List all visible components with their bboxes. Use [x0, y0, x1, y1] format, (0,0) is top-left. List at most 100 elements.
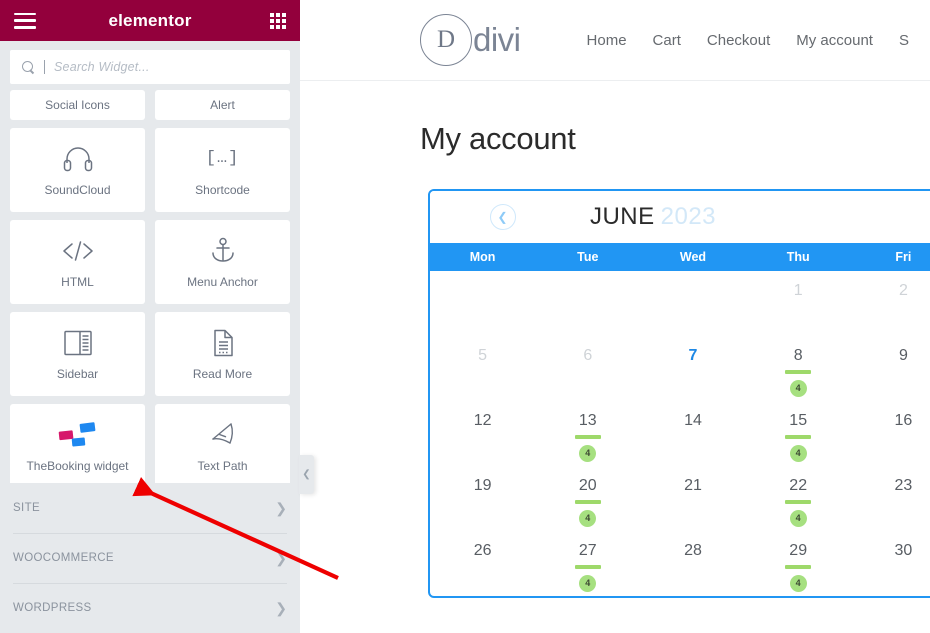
calendar-day-number: 2	[898, 282, 908, 299]
widget-card-text-path[interactable]: Text Path	[155, 404, 290, 483]
widget-label: Menu Anchor	[187, 274, 258, 289]
calendar-header: ❮ JUNE 2023	[430, 191, 930, 243]
nav-link-cart[interactable]: Cart	[653, 32, 681, 49]
calendar-day-cell[interactable]: 14	[640, 401, 745, 466]
weekday-tue: Tue	[577, 250, 599, 264]
grid-apps-icon[interactable]	[270, 12, 286, 29]
calendar-day-number: 6	[583, 347, 593, 364]
weekday-thu: Thu	[786, 250, 810, 264]
calendar-day-cell: 2	[851, 271, 930, 336]
calendar-day-number: 12	[473, 412, 492, 429]
nav-link-checkout[interactable]: Checkout	[707, 32, 770, 49]
panel-header: elementor	[0, 0, 300, 41]
search-placeholder: Search Widget...	[54, 60, 150, 74]
calendar-day-cell[interactable]: 15 4	[746, 401, 851, 466]
availability-bar	[785, 500, 812, 504]
calendar-day-number: 8	[793, 347, 803, 364]
panel-section-wordpress[interactable]: WORDPRESS ❯	[0, 583, 300, 633]
widget-card-soundcloud[interactable]: SoundCloud	[10, 128, 145, 212]
calendar-day-cell[interactable]: 19	[430, 466, 535, 531]
calendar-day-cell[interactable]: 29 4	[746, 531, 851, 596]
panel-section-site[interactable]: SITE ❯	[0, 483, 300, 533]
calendar-day-number: 26	[473, 542, 492, 559]
slot-count-badge: 4	[579, 574, 597, 592]
calendar-day-cell[interactable]: 13 4	[535, 401, 640, 466]
calendar-day-cell[interactable]: 23	[851, 466, 930, 531]
widget-card-alert[interactable]: Alert	[155, 90, 290, 120]
widget-card-sidebar[interactable]: Sidebar	[10, 312, 145, 396]
calendar-day-cell[interactable]: 12	[430, 401, 535, 466]
weekday-fri: Fri	[895, 250, 912, 264]
availability-bar	[574, 500, 601, 504]
widget-card-thebooking-widget[interactable]: TheBooking widget	[10, 404, 145, 483]
calendar-day-number: 16	[894, 412, 913, 429]
weekday-wed: Wed	[679, 250, 707, 264]
widget-list-scroll[interactable]: Social Icons Alert SoundCloud […] Shortc…	[0, 90, 300, 483]
anchor-icon	[210, 235, 236, 267]
slot-count-badge: 4	[579, 509, 597, 527]
nav-link-my-account[interactable]: My account	[796, 32, 873, 49]
calendar-day-number: 19	[473, 477, 492, 494]
chevron-right-icon: ❯	[275, 500, 287, 516]
panel-section-woocommerce[interactable]: WOOCOMMERCE ❯	[0, 533, 300, 583]
calendar-day-cell[interactable]: 20 4	[535, 466, 640, 531]
availability-bar	[785, 435, 812, 439]
nav-link-truncated[interactable]: S	[899, 32, 909, 49]
search-icon	[22, 60, 35, 74]
thebooking-flags-icon	[55, 419, 101, 451]
calendar-day-number: 20	[578, 477, 597, 494]
calendar-day-number: 29	[789, 542, 808, 559]
calendar-prev-month-button[interactable]: ❮	[490, 204, 516, 230]
calendar-day-cell[interactable]: 30	[851, 531, 930, 596]
calendar-day-number: 13	[578, 412, 597, 429]
calendar-day-cell: 6	[535, 336, 640, 401]
widget-card-read-more[interactable]: Read More	[155, 312, 290, 396]
calendar-grid: 1 2 5 6 7 8 4 9 12 13 4 14 15 4 16 19 20 4 21 22 4 23 26 27 4 28 2…	[430, 271, 930, 596]
calendar-day-number: 1	[793, 282, 803, 299]
calendar-wrapper: ❮ JUNE 2023 Mon Tue Wed Thu Fri 125678491…	[300, 157, 930, 598]
calendar-day-cell[interactable]: 27 4	[535, 531, 640, 596]
panel-section-label: SITE	[13, 502, 40, 514]
headphones-icon	[63, 143, 93, 175]
page-title: My account	[420, 121, 576, 156]
nav-link-home[interactable]: Home	[587, 32, 627, 49]
slot-count-badge: 4	[789, 574, 807, 592]
calendar-day-cell[interactable]: 21	[640, 466, 745, 531]
widget-label: Text Path	[197, 458, 248, 473]
elementor-panel: elementor Search Widget... Social Icons …	[0, 0, 300, 633]
search-input[interactable]: Search Widget...	[10, 50, 290, 84]
widget-label: Sidebar	[56, 366, 99, 381]
slot-count-badge: 4	[789, 444, 807, 462]
chevron-left-circle-icon: ❮	[497, 210, 508, 224]
calendar-day-cell[interactable]: 9	[851, 336, 930, 401]
panel-collapse-handle[interactable]: ❮	[299, 455, 314, 494]
calendar-day-number: 9	[898, 347, 908, 364]
widget-label: Alert	[210, 97, 235, 112]
calendar-day-cell[interactable]: 28	[640, 531, 745, 596]
slot-count-badge: 4	[579, 444, 597, 462]
chevron-left-icon: ❮	[302, 468, 311, 480]
widget-label: TheBooking widget	[26, 458, 129, 473]
widget-card-menu-anchor[interactable]: Menu Anchor	[155, 220, 290, 304]
site-preview: D divi Home Cart Checkout My account S M…	[300, 0, 930, 633]
availability-bar	[785, 565, 812, 569]
calendar-day-cell[interactable]: 16	[851, 401, 930, 466]
calendar-year: 2023	[660, 203, 717, 230]
widget-label: Social Icons	[45, 97, 110, 112]
widget-label: Shortcode	[195, 182, 250, 197]
shortcode-brackets-icon: […]	[205, 149, 240, 169]
site-logo[interactable]: D divi	[420, 14, 521, 66]
calendar-day-number: 30	[894, 542, 913, 559]
search-widget-wrapper: Search Widget...	[0, 41, 300, 90]
document-icon	[211, 327, 235, 359]
slot-count-badge: 4	[789, 509, 807, 527]
calendar-day-cell[interactable]: 84	[746, 336, 851, 401]
calendar-day-cell[interactable]: 7	[640, 336, 745, 401]
calendar-day-cell[interactable]: 22 4	[746, 466, 851, 531]
calendar-day-cell[interactable]: 26	[430, 531, 535, 596]
calendar-month: JUNE	[589, 203, 655, 230]
calendar-cell-empty	[430, 271, 535, 336]
widget-card-html[interactable]: HTML	[10, 220, 145, 304]
widget-card-social-icons[interactable]: Social Icons	[10, 90, 145, 120]
widget-card-shortcode[interactable]: […] Shortcode	[155, 128, 290, 212]
